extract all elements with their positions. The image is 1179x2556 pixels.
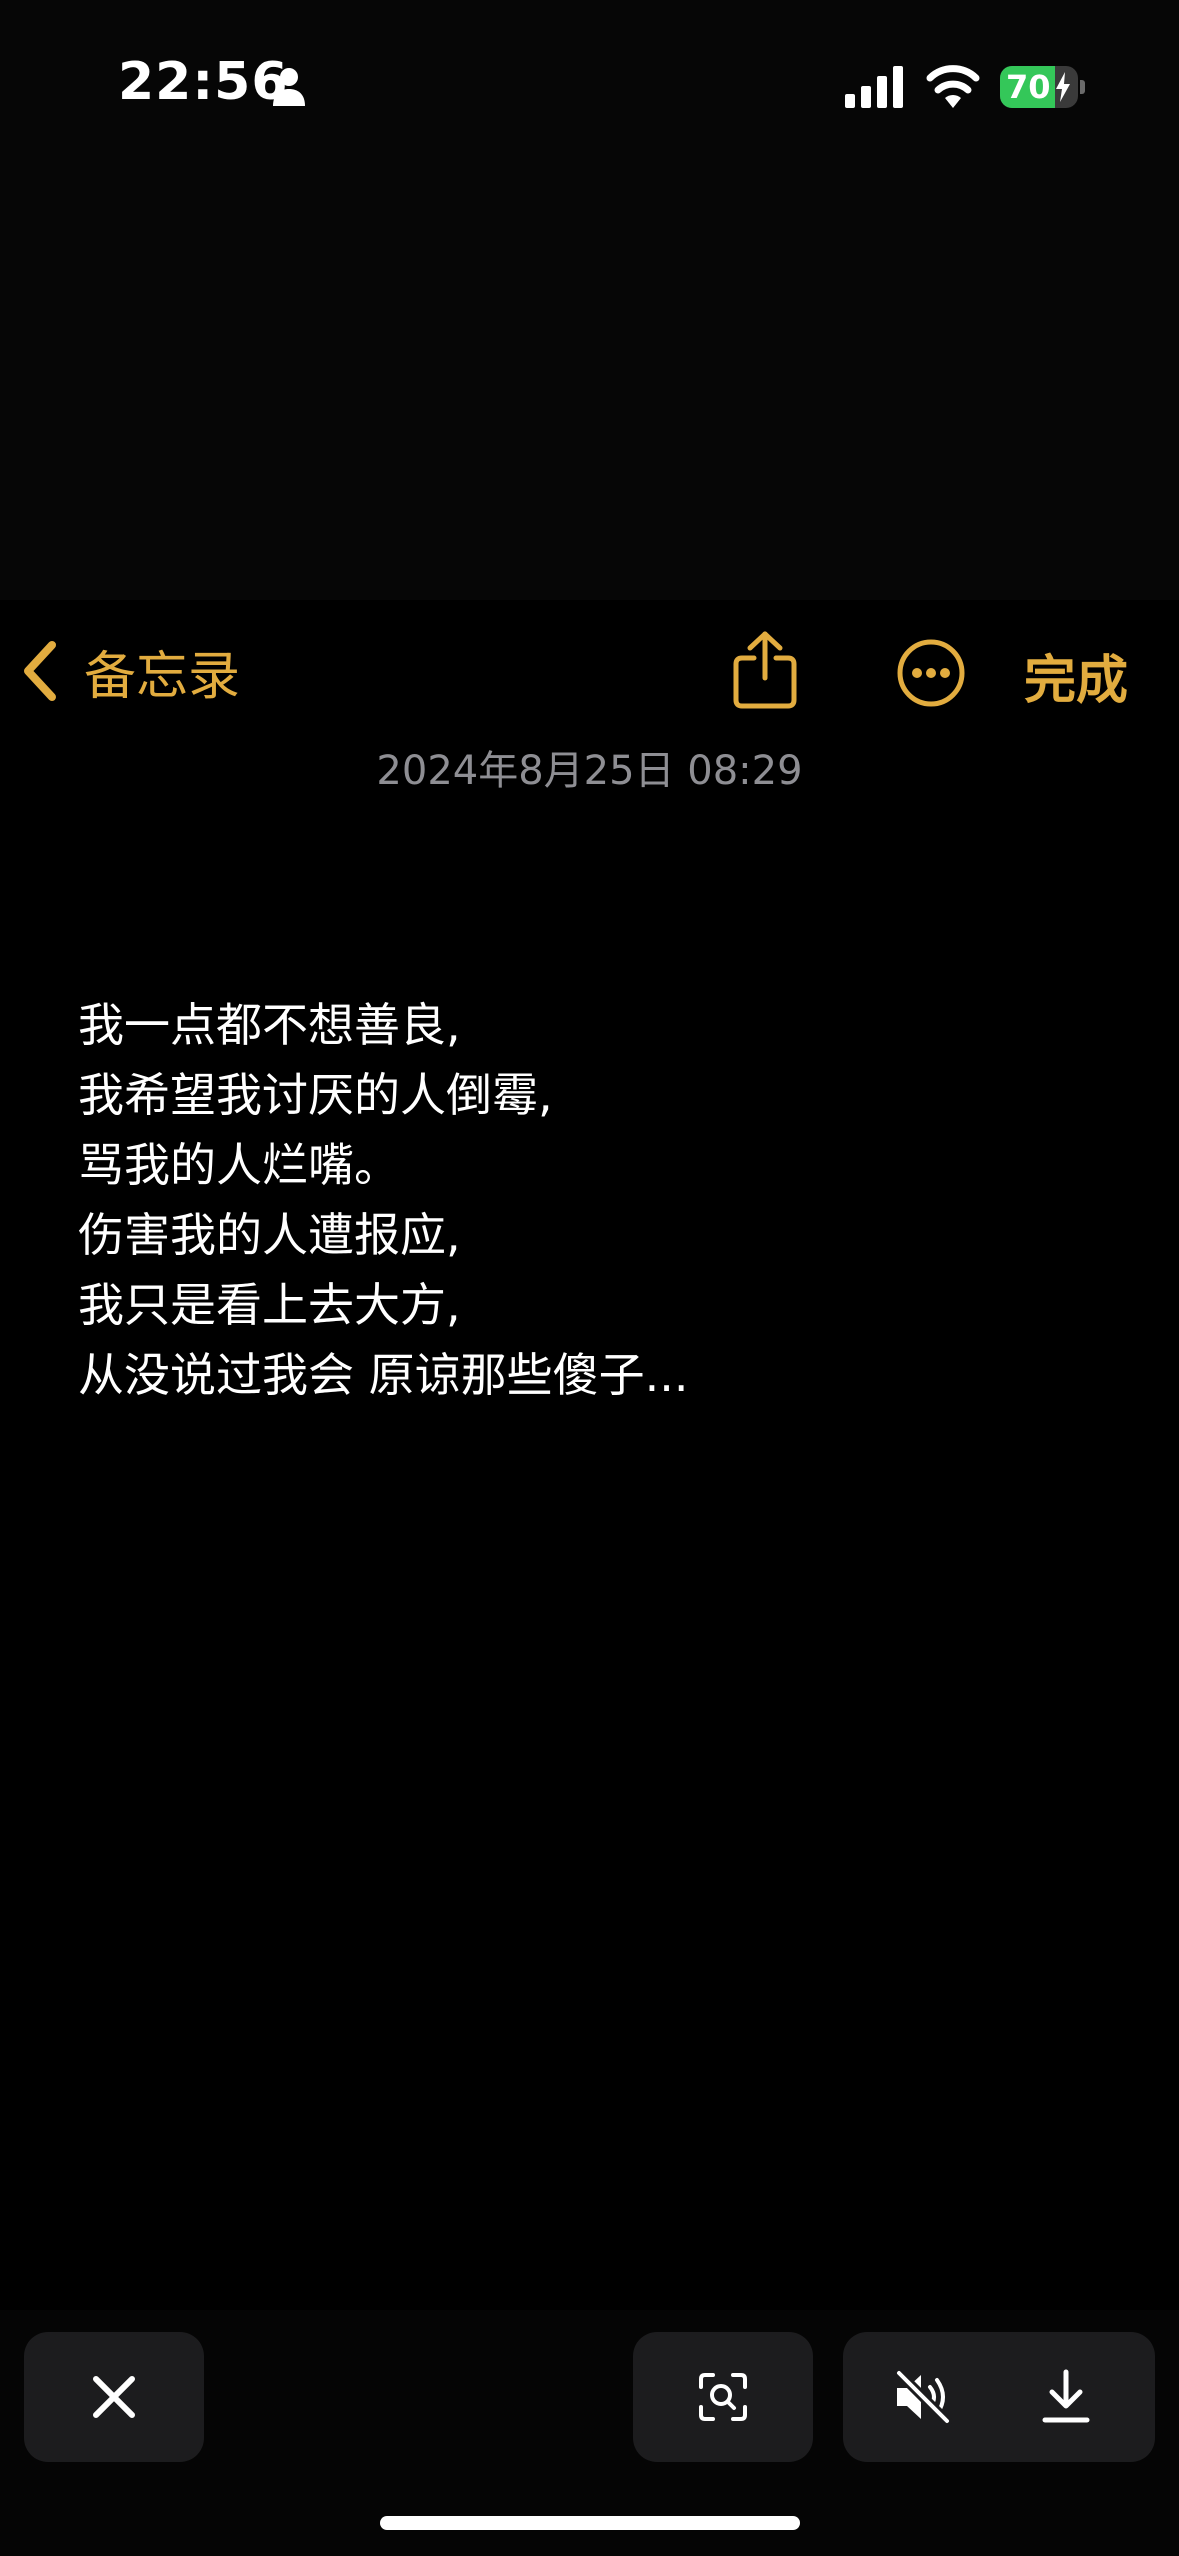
more-ellipsis-icon [897, 639, 965, 707]
visual-lookup-button[interactable] [633, 2332, 813, 2462]
status-time: 22:56 [118, 52, 289, 112]
note-body[interactable]: 我一点都不想善良, 我希望我讨厌的人倒霉, 骂我的人烂嘴。 伤害我的人遭报应, … [78, 990, 1098, 1410]
done-button[interactable]: 完成 [1024, 638, 1128, 713]
media-controls [843, 2332, 1155, 2462]
note-line: 我只是看上去大方, [78, 1278, 461, 1332]
chevron-left-icon [24, 641, 56, 701]
close-icon [93, 2376, 135, 2418]
share-button[interactable] [730, 630, 800, 710]
note-line: 我希望我讨厌的人倒霉, [78, 1068, 553, 1122]
download-icon [1042, 2369, 1090, 2423]
battery-charging-icon: 70 [1000, 66, 1078, 108]
note-line: 伤害我的人遭报应, [78, 1208, 461, 1262]
home-indicator [380, 2516, 800, 2530]
bolt-icon [1056, 72, 1070, 102]
person-icon [273, 68, 305, 106]
back-button[interactable]: 备忘录 [20, 630, 240, 712]
back-label: 备忘录 [84, 646, 241, 707]
speaker-muted-icon [894, 2369, 952, 2425]
visual-lookup-icon [699, 2373, 747, 2421]
more-button[interactable] [896, 638, 966, 708]
wifi-icon [926, 65, 980, 108]
download-button[interactable] [1026, 2357, 1106, 2437]
note-area [0, 600, 1179, 2310]
battery-level: 70 [1006, 68, 1051, 106]
note-line: 骂我的人烂嘴。 [78, 1138, 400, 1192]
close-button[interactable] [24, 2332, 204, 2462]
mute-button[interactable] [883, 2357, 963, 2437]
battery-cap [1080, 80, 1085, 94]
note-line: 从没说过我会 原谅那些傻子... [78, 1348, 689, 1402]
note-line: 我一点都不想善良, [78, 998, 461, 1052]
cellular-signal-icon [845, 66, 903, 108]
note-date: 2024年8月25日 08:29 [376, 748, 803, 794]
share-icon [733, 631, 797, 709]
